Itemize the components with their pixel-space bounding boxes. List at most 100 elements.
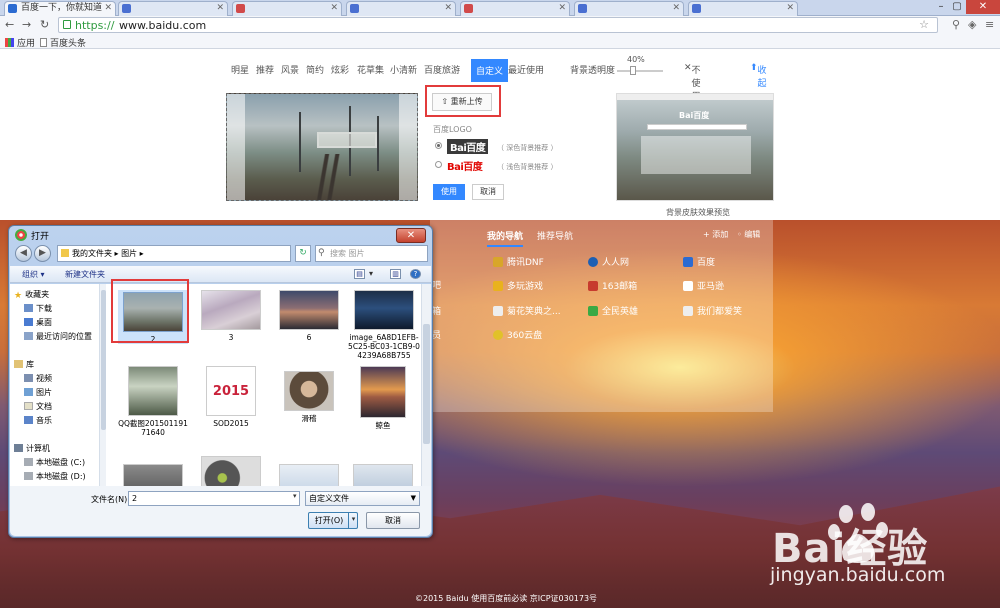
nav-pictures[interactable]: 图片 — [24, 387, 52, 398]
site-renren[interactable]: 人人网 — [588, 255, 629, 268]
collapse-link[interactable]: ⬆ 收起 — [750, 63, 767, 89]
logo-white-radio[interactable] — [435, 142, 442, 149]
file-list-scrollbar[interactable] — [421, 284, 431, 486]
site-163mail[interactable]: 163邮箱 — [588, 279, 637, 292]
tab-close-icon[interactable]: ✕ — [216, 2, 224, 15]
file-item[interactable]: 6 — [274, 290, 344, 342]
tab-4[interactable]: ✕ — [346, 1, 456, 16]
site-fragment[interactable]: 员 — [432, 328, 441, 341]
tab-my-navigation[interactable]: 我的导航 — [487, 229, 524, 247]
bookmark-apps[interactable]: 应用 — [5, 36, 35, 49]
opacity-slider-track[interactable] — [617, 70, 663, 72]
file-item[interactable] — [348, 464, 418, 486]
nav-favorites[interactable]: ★ 收藏夹 — [14, 289, 49, 301]
skin-cat-custom[interactable]: 自定义 — [471, 59, 509, 82]
site-dnf[interactable]: 腾讯DNF — [493, 255, 544, 268]
tab-3[interactable]: ✕ — [232, 1, 342, 16]
site-360pan[interactable]: 360云盘 — [493, 328, 542, 341]
tab-baidu[interactable]: 百度一下，你就知道 ✕ — [4, 1, 116, 17]
forward-icon[interactable]: → — [22, 18, 31, 31]
url-input[interactable]: https:// www.baidu.com ☆ — [58, 17, 938, 33]
site-amazon[interactable]: 亚马逊 — [683, 279, 724, 292]
site-fragment[interactable]: 吧 — [432, 278, 441, 291]
skin-cat-scenery[interactable]: 风景 — [281, 63, 299, 76]
filename-input[interactable]: 2 — [128, 491, 300, 506]
nav-disk-c[interactable]: 本地磁盘 (C:) — [24, 457, 85, 468]
skin-cat-recommend[interactable]: 推荐 — [256, 63, 274, 76]
edit-sites-link[interactable]: ◦ 编辑 — [737, 229, 760, 240]
menu-icon[interactable]: ≡ — [985, 18, 994, 31]
nav-downloads[interactable]: 下载 — [24, 303, 52, 314]
reload-icon[interactable]: ↻ — [40, 18, 49, 31]
site-womenduaixiao[interactable]: 我们都爱笑 — [683, 304, 742, 317]
skin-cat-travel[interactable]: 百度旅游 — [424, 63, 460, 76]
file-item[interactable] — [118, 464, 188, 486]
add-site-link[interactable]: + 添加 — [703, 229, 728, 240]
maximize-button[interactable]: ▢ — [950, 0, 964, 14]
tab-close-icon[interactable]: ✕ — [330, 2, 338, 15]
view-dropdown-icon[interactable]: ▾ — [369, 269, 373, 278]
logo-color-radio[interactable] — [435, 161, 442, 168]
tab-close-icon[interactable]: ✕ — [558, 2, 566, 15]
nav-videos[interactable]: 视频 — [24, 373, 52, 384]
new-folder-button[interactable]: 新建文件夹 — [65, 269, 105, 280]
tab-close-icon[interactable]: ✕ — [672, 2, 680, 15]
file-item[interactable]: 2015 SOD2015 — [196, 366, 266, 428]
tab-close-icon[interactable]: ✕ — [104, 2, 112, 15]
cancel-button[interactable]: 取消 — [472, 184, 504, 200]
file-item[interactable]: 3 — [196, 290, 266, 342]
file-item[interactable]: QQ截图20150119171640 — [118, 366, 188, 437]
file-item[interactable]: image_6A8D1EFB-5C25-BC03-1CB9-04239A68B7… — [348, 290, 420, 360]
site-quanmin[interactable]: 全民英雄 — [588, 304, 638, 317]
skin-cat-recent[interactable]: 最近使用 — [508, 63, 544, 76]
extension-icon[interactable]: ⚲ — [952, 18, 960, 31]
nav-libraries[interactable]: 库 — [14, 359, 34, 370]
tab-6[interactable]: ✕ — [574, 1, 684, 16]
nav-music[interactable]: 音乐 — [24, 415, 52, 426]
preview-pane-icon[interactable]: ▥ — [390, 269, 401, 279]
skin-cat-fresh[interactable]: 小清新 — [390, 63, 417, 76]
site-duowan[interactable]: 多玩游戏 — [493, 279, 543, 292]
nav-pane-scrollbar[interactable] — [99, 284, 106, 486]
nav-desktop[interactable]: 桌面 — [24, 317, 52, 328]
bookmark-star-icon[interactable]: ☆ — [919, 18, 929, 31]
file-item[interactable]: 滑稽 — [274, 366, 344, 423]
file-item[interactable] — [196, 456, 266, 486]
tab-recommended-navigation[interactable]: 推荐导航 — [537, 229, 573, 242]
use-button[interactable]: 使用 — [433, 184, 465, 200]
skin-cat-simple[interactable]: 简约 — [306, 63, 324, 76]
file-item[interactable]: 鲸鱼 — [348, 366, 418, 430]
tab-close-icon[interactable]: ✕ — [786, 2, 794, 15]
nav-disk-d[interactable]: 本地磁盘 (D:) — [24, 471, 86, 482]
nav-documents[interactable]: 文档 — [24, 401, 52, 412]
back-icon[interactable]: ← — [5, 18, 14, 31]
dialog-forward-button[interactable]: ▶ — [34, 245, 51, 262]
dialog-refresh-button[interactable]: ↻ — [295, 245, 311, 262]
filename-dropdown-icon[interactable]: ▾ — [293, 492, 297, 500]
nav-computer[interactable]: 计算机 — [14, 443, 50, 454]
view-options-icon[interactable]: ▤ — [354, 269, 365, 279]
site-fragment[interactable]: 箱 — [432, 304, 441, 317]
tab-7[interactable]: ✕ — [688, 1, 798, 16]
dialog-back-button[interactable]: ◀ — [15, 245, 32, 262]
tab-close-icon[interactable]: ✕ — [444, 2, 452, 15]
skin-cat-colorful[interactable]: 炫彩 — [331, 63, 349, 76]
file-item[interactable] — [274, 464, 344, 486]
site-baidu[interactable]: 百度 — [683, 255, 715, 268]
minimize-button[interactable]: – — [934, 0, 948, 14]
dialog-close-button[interactable]: ✕ — [396, 228, 426, 243]
opacity-slider-handle[interactable] — [630, 66, 636, 75]
extension2-icon[interactable]: ◈ — [968, 18, 976, 31]
tab-2[interactable]: ✕ — [118, 1, 228, 16]
skin-cat-flowers[interactable]: 花草集 — [357, 63, 384, 76]
filetype-select[interactable]: 自定义文件 ▼ — [305, 491, 420, 506]
skin-cat-star[interactable]: 明星 — [231, 63, 249, 76]
no-skin-link[interactable]: ✕ 不使用换肤 — [684, 63, 701, 128]
organize-menu[interactable]: 组织 ▾ — [22, 269, 45, 280]
bookmark-baidu-headlines[interactable]: 百度头条 — [40, 36, 86, 49]
help-icon[interactable]: ? — [410, 269, 421, 279]
window-close-button[interactable]: ✕ — [966, 0, 1000, 14]
tab-5[interactable]: ✕ — [460, 1, 570, 16]
scrollbar-thumb[interactable] — [423, 324, 430, 444]
dialog-search-input[interactable]: ⚲ 搜索 图片 — [315, 245, 428, 262]
